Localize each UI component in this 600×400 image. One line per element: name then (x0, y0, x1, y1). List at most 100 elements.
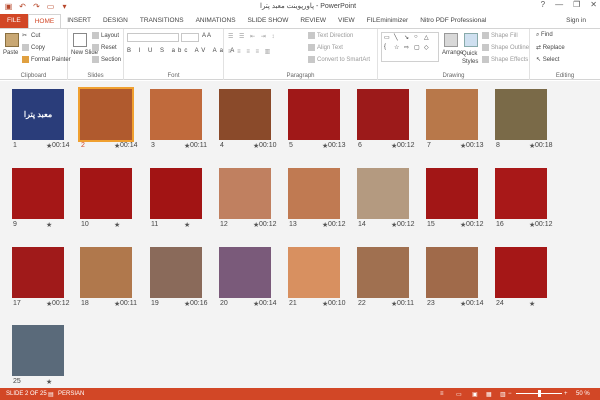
save-icon[interactable]: ▣ (4, 2, 13, 11)
triangle-shape-icon[interactable]: △ (424, 34, 429, 41)
shape-fill-button[interactable]: Shape Fill (482, 32, 518, 39)
animation-star-icon[interactable]: ★ (529, 300, 535, 308)
zoom-slider-knob[interactable] (537, 390, 541, 397)
font-grow-icon[interactable]: A A (202, 33, 211, 39)
slide-preview[interactable] (150, 168, 202, 219)
shapes-gallery[interactable]: ▭ ╲ ↘ ○ △ { ☆ ⇨ ▢ ◇ (381, 32, 439, 62)
tab-insert[interactable]: INSERT (61, 14, 97, 28)
slide-thumbnail[interactable]: 24 ★ (495, 247, 549, 311)
arrange-icon[interactable] (444, 33, 458, 47)
redo-icon[interactable]: ↷ (32, 2, 41, 11)
slide-preview[interactable] (80, 168, 132, 219)
slide-thumbnail[interactable]: 13 ★ 00:12 (288, 168, 346, 232)
slide-thumbnail[interactable]: 5 ★ 00:13 (288, 89, 346, 153)
animation-star-icon[interactable]: ★ (46, 221, 52, 229)
rectangle-shape-icon[interactable]: ▭ (384, 34, 390, 41)
font-size-input[interactable] (181, 33, 199, 42)
slide-thumbnail[interactable]: 18 ★ 00:11 (80, 247, 137, 311)
slide-preview[interactable] (495, 247, 547, 298)
slide-preview[interactable] (426, 247, 478, 298)
customize-qat-icon[interactable]: ▾ (60, 2, 69, 11)
copy-button[interactable]: Copy (22, 44, 45, 51)
brace-shape-icon[interactable]: { (384, 44, 386, 50)
slide-sorter-view-icon[interactable]: ▦ (486, 391, 492, 398)
sign-in-link[interactable]: Sign in (566, 17, 586, 24)
close-button[interactable]: ✕ (590, 0, 597, 9)
quick-styles-icon[interactable] (464, 33, 478, 47)
align-buttons[interactable]: ≡ ≡ ≡ ≡ ▥ (228, 48, 272, 55)
select-button[interactable]: ↖ Select (536, 56, 559, 63)
slide-preview[interactable] (357, 89, 409, 140)
section-button[interactable]: Section (92, 56, 121, 63)
slide-thumbnail[interactable]: 21 ★ 00:10 (288, 247, 346, 311)
slide-thumbnail[interactable]: 14 ★ 00:12 (357, 168, 415, 232)
minimize-button[interactable]: — (555, 0, 563, 9)
slide-thumbnail[interactable]: 8 ★ 00:18 (495, 89, 553, 153)
slide-preview[interactable] (495, 89, 547, 140)
tab-fileminimizer[interactable]: FILEminimizer (361, 14, 415, 28)
slide-thumbnail[interactable]: 3 ★ 00:11 (150, 89, 207, 153)
notes-status-icon[interactable]: ▤ (48, 391, 54, 398)
comments-button[interactable]: ▭ (456, 391, 462, 398)
tab-transitions[interactable]: TRANSITIONS (134, 14, 190, 28)
arrange-button[interactable]: Arrange (442, 50, 463, 56)
reset-button[interactable]: Reset (92, 44, 117, 51)
align-text-button[interactable]: Align Text (308, 44, 343, 51)
slide-thumbnail[interactable]: 23 ★ 00:14 (426, 247, 484, 311)
tab-nitro-pdf[interactable]: Nitro PDF Professional (414, 14, 492, 28)
tab-design[interactable]: DESIGN (97, 14, 134, 28)
paste-icon[interactable] (5, 33, 19, 47)
rounded-rect-shape-icon[interactable]: ▢ (414, 44, 420, 51)
zoom-in-icon[interactable]: + (564, 391, 568, 397)
slide-preview[interactable] (495, 168, 547, 219)
zoom-out-icon[interactable]: − (508, 391, 512, 397)
find-button[interactable]: ⌕ Find (536, 32, 553, 39)
slide-preview[interactable] (12, 247, 64, 298)
slide-thumbnail[interactable]: 2 ★ 00:14 (78, 87, 138, 153)
tab-file[interactable]: FILE (0, 14, 28, 28)
cut-button[interactable]: ✂ Cut (22, 32, 40, 39)
quick-styles-button[interactable]: Quick Styles (462, 50, 482, 66)
tab-animations[interactable]: ANIMATIONS (190, 14, 242, 28)
oval-shape-icon[interactable]: ○ (414, 34, 418, 40)
slide-preview[interactable] (357, 247, 409, 298)
slide-thumbnail[interactable]: 25 ★ (12, 325, 66, 389)
right-arrow-shape-icon[interactable]: ⇨ (404, 44, 409, 51)
slide-preview[interactable] (78, 87, 134, 142)
start-slideshow-icon[interactable]: ▭ (46, 2, 55, 11)
slide-thumbnail[interactable]: 19 ★ 00:16 (150, 247, 208, 311)
restore-button[interactable]: ❐ (573, 0, 580, 9)
normal-view-icon[interactable]: ▣ (472, 391, 478, 398)
slide-preview[interactable] (150, 89, 202, 140)
paste-button[interactable]: Paste (3, 50, 18, 56)
language-status[interactable]: PERSIAN (58, 391, 84, 397)
slide-preview[interactable] (80, 247, 132, 298)
replace-button[interactable]: ⇄ Replace (536, 44, 565, 51)
slide-thumbnail[interactable]: 12 ★ 00:12 (219, 168, 277, 232)
slide-preview[interactable] (12, 325, 64, 376)
slide-thumbnail[interactable]: 17 ★ 00:12 (12, 247, 70, 311)
tab-slide-show[interactable]: SLIDE SHOW (242, 14, 295, 28)
star-shape-icon[interactable]: ☆ (394, 44, 399, 51)
slide-thumbnail[interactable]: 11 ★ (150, 168, 204, 232)
slide-thumbnail[interactable]: 22 ★ 00:11 (357, 247, 414, 311)
slide-preview[interactable] (12, 168, 64, 219)
slide-thumbnail[interactable]: 20 ★ 00:14 (219, 247, 277, 311)
slide-preview[interactable] (150, 247, 202, 298)
font-format-buttons[interactable]: B I U S abc AV Aa A (127, 48, 237, 54)
slide-preview[interactable] (357, 168, 409, 219)
slide-thumbnail[interactable]: معبد پترا 1 ★ 00:14 (12, 89, 70, 153)
tab-view[interactable]: VIEW (332, 14, 361, 28)
slide-preview[interactable] (288, 89, 340, 140)
arrow-shape-icon[interactable]: ↘ (404, 34, 409, 41)
help-button[interactable]: ? (541, 0, 545, 9)
zoom-level[interactable]: 50 % (576, 391, 590, 397)
notes-button[interactable]: ≡ (440, 391, 444, 397)
text-direction-button[interactable]: Text Direction (308, 32, 353, 39)
slide-thumbnail[interactable]: 7 ★ 00:13 (426, 89, 484, 153)
shape-effects-button[interactable]: Shape Effects (482, 56, 528, 63)
reading-view-icon[interactable]: ▥ (500, 391, 506, 398)
diamond-shape-icon[interactable]: ◇ (424, 44, 429, 51)
undo-icon[interactable]: ↶ (18, 2, 27, 11)
slide-preview[interactable] (288, 168, 340, 219)
